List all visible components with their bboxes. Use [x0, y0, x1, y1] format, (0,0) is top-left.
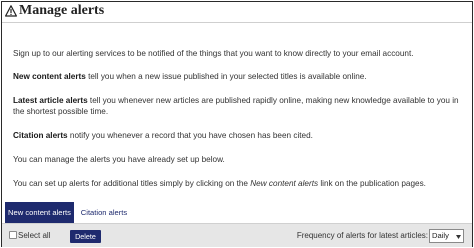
warning-triangle-icon — [5, 5, 17, 17]
intro-text: Sign up to our alerting services to be n… — [13, 49, 414, 58]
latest-article-alerts-text: Latest article alerts tell you whenever … — [13, 95, 468, 118]
setup-alerts-text: You can set up alerts for additional tit… — [13, 178, 468, 189]
new-content-alerts-link-ref: New content alerts — [250, 179, 319, 188]
tab-new-content-alerts[interactable]: New content alerts — [5, 202, 74, 223]
frequency-select[interactable]: Daily — [429, 229, 464, 243]
tab-citation-alerts[interactable]: Citation alerts — [74, 202, 134, 223]
citation-alerts-term: Citation alerts — [13, 131, 68, 140]
select-all-checkbox[interactable] — [9, 231, 17, 239]
latest-article-alerts-term: Latest article alerts — [13, 96, 88, 105]
new-content-alerts-desc: tell you when a new issue published in y… — [85, 72, 367, 81]
citation-alerts-desc: notify you whenever a record that you ha… — [67, 131, 313, 140]
select-all-label: Select all — [18, 231, 51, 240]
alerts-toolbar: Select all Delete Frequency of alerts fo… — [2, 223, 472, 247]
alert-tabs: New content alerts Citation alerts — [2, 202, 472, 223]
new-content-alerts-term: New content alerts — [13, 72, 86, 81]
chevron-down-icon — [456, 235, 461, 239]
page-title: Manage alerts — [19, 3, 105, 18]
new-content-alerts-text: New content alerts tell you when a new i… — [13, 71, 468, 82]
setup-alerts-before: You can set up alerts for additional tit… — [13, 179, 251, 188]
citation-alerts-text: Citation alerts notify you whenever a re… — [13, 130, 468, 141]
manage-alerts-text: You can manage the alerts you have alrea… — [13, 155, 225, 164]
frequency-label: Frequency of alerts for latest articles: — [296, 231, 428, 240]
setup-alerts-after: link on the publication pages. — [318, 179, 426, 188]
delete-button[interactable]: Delete — [70, 230, 101, 243]
manage-alerts-panel: Manage alerts Sign up to our alerting se… — [1, 1, 473, 247]
panel-header: Manage alerts — [2, 2, 472, 23]
frequency-value: Daily — [432, 231, 449, 240]
